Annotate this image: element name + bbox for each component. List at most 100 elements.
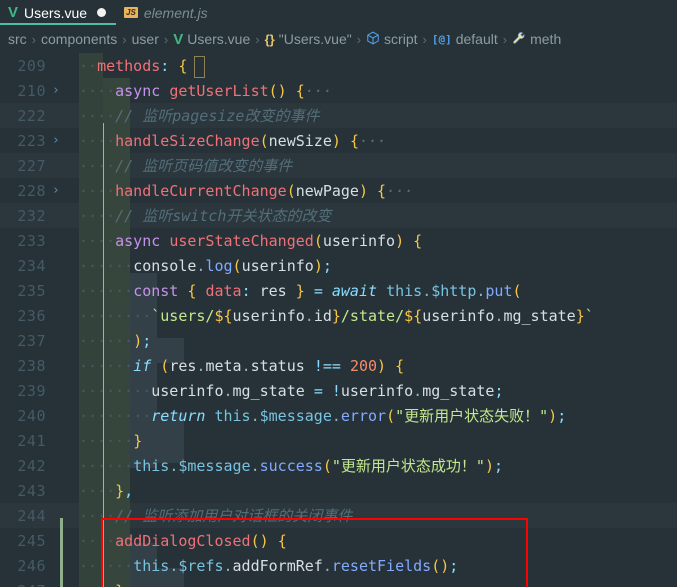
code-text: ······const { data: res } = await this.$… — [79, 281, 522, 300]
code-line[interactable]: 238 ······if (res.meta.status !== 200) { — [0, 353, 677, 378]
code-line[interactable]: 241 ······} — [0, 428, 677, 453]
tab-element-js[interactable]: JS element.js — [116, 0, 218, 25]
code-line[interactable]: 227 ····// 监听页码值改变的事件 — [0, 153, 677, 178]
code-line[interactable]: 243 ····}, — [0, 478, 677, 503]
code-text: ····// 监听switch开关状态的改变 — [79, 207, 332, 225]
unsaved-changes-dot-icon[interactable] — [97, 8, 107, 17]
breadcrumb-item-script[interactable]: script — [366, 31, 418, 47]
line-number: 247 — [0, 582, 48, 587]
line-number: 237 — [17, 331, 46, 350]
code-text: ····}, — [79, 481, 134, 500]
line-number: 245 — [17, 531, 46, 550]
code-line[interactable]: 235 ······const { data: res } = await th… — [0, 278, 677, 303]
line-number: 228 — [17, 181, 46, 200]
line-number: 236 — [17, 306, 46, 325]
breadcrumb-item-module[interactable]: {} "Users.vue" — [265, 31, 352, 47]
code-text: ······console.log(userinfo); — [79, 256, 332, 275]
code-text: ····async userStateChanged(userinfo) { — [79, 231, 423, 250]
line-number: 242 — [17, 456, 46, 475]
code-text: ····addDialogClosed() { — [79, 531, 287, 550]
breadcrumb-item-default[interactable]: [@] default — [432, 31, 498, 47]
hexagon-icon — [366, 31, 380, 47]
breadcrumb-item-users-vue[interactable]: V Users.vue — [173, 31, 250, 47]
breadcrumb-item-src[interactable]: src — [8, 31, 27, 47]
fold-arrow-icon[interactable]: › — [48, 133, 64, 148]
wrench-icon — [512, 31, 526, 47]
code-line[interactable]: 234 ······console.log(userinfo); — [0, 253, 677, 278]
line-number: 243 — [17, 481, 46, 500]
code-line[interactable]: 242 ······this.$message.success("更新用户状态成… — [0, 453, 677, 478]
code-text: ··methods: { — [79, 56, 188, 75]
code-line[interactable]: 232 ····// 监听switch开关状态的改变 — [0, 203, 677, 228]
code-text: ········userinfo.mg_state = !userinfo.mg… — [79, 381, 504, 400]
code-line[interactable]: 237 ······); — [0, 328, 677, 353]
code-line[interactable]: 223 › ····handleSizeChange(newSize) {··· — [0, 128, 677, 153]
breadcrumb-label: "Users.vue" — [278, 31, 352, 47]
line-number: 238 — [17, 356, 46, 375]
chevron-right-icon: › — [356, 31, 362, 47]
line-number: 232 — [17, 206, 46, 225]
code-line[interactable]: 210 › ····async getUserList() {··· — [0, 78, 677, 103]
line-number: 227 — [17, 156, 46, 175]
breadcrumb-label: Users.vue — [187, 31, 251, 47]
code-text: ····// 监听页码值改变的事件 — [79, 157, 293, 175]
chevron-right-icon: › — [422, 31, 427, 47]
chevron-right-icon: › — [255, 31, 260, 47]
code-line[interactable]: 209 ··methods: { — [0, 53, 677, 78]
fold-arrow-icon[interactable]: › — [48, 183, 64, 198]
code-text: ····handleCurrentChange(newPage) {··· — [79, 181, 414, 200]
code-text: ······this.$refs.addFormRef.resetFields(… — [79, 556, 459, 575]
breadcrumb-label: src — [8, 31, 27, 47]
code-text: ····}, — [79, 582, 677, 587]
breadcrumb-label: meth — [530, 31, 562, 47]
breadcrumb-label: user — [131, 31, 159, 47]
code-text: ······if (res.meta.status !== 200) { — [79, 356, 405, 375]
code-line[interactable]: 233 ····async userStateChanged(userinfo)… — [0, 228, 677, 253]
line-number: 209 — [17, 56, 46, 75]
line-number: 233 — [17, 231, 46, 250]
at-symbol-icon: [@] — [431, 32, 452, 46]
code-text: ······); — [79, 331, 152, 350]
code-text: ····handleSizeChange(newSize) {··· — [79, 131, 387, 150]
code-text: ········return this.$message.error("更新用户… — [79, 407, 567, 425]
breadcrumb-item-components[interactable]: components — [41, 31, 117, 47]
tab-users-vue[interactable]: V Users.vue — [0, 0, 117, 25]
code-text: ····// 监听pagesize改变的事件 — [79, 107, 320, 125]
code-line[interactable]: 246 ······this.$refs.addFormRef.resetFie… — [0, 553, 677, 578]
line-number: 210 — [17, 81, 46, 100]
breadcrumb-item-user[interactable]: user — [132, 31, 159, 47]
line-number: 235 — [17, 281, 46, 300]
line-number: 223 — [17, 131, 46, 150]
breadcrumb-label: script — [384, 31, 418, 47]
tab-label: element.js — [143, 4, 208, 21]
code-text: ······this.$message.success("更新用户状态成功！")… — [79, 457, 503, 475]
breadcrumb-item-methods[interactable]: meth — [512, 31, 561, 47]
chevron-right-icon: › — [502, 31, 508, 47]
code-line[interactable]: 240 ········return this.$message.error("… — [0, 403, 677, 428]
fold-arrow-icon[interactable]: › — [48, 83, 64, 98]
vue-icon: V — [173, 30, 184, 48]
tab-label: Users.vue — [24, 4, 88, 21]
code-line[interactable]: 236 ········`users/${userinfo.id}/state/… — [0, 303, 677, 328]
breadcrumb-label: components — [41, 31, 118, 47]
line-number: 244 — [17, 506, 46, 525]
breadcrumb: src › components › user › V Users.vue › … — [0, 25, 677, 53]
code-line[interactable]: 244 ····// 监听添加用户对话框的关闭事件 — [0, 503, 677, 528]
chevron-right-icon: › — [163, 31, 169, 47]
chevron-right-icon: › — [122, 31, 127, 47]
code-text: ····// 监听添加用户对话框的关闭事件 — [79, 507, 353, 525]
line-number: 246 — [17, 556, 46, 575]
code-editor[interactable]: 209 ··methods: { 210 › ····async getUser… — [0, 53, 677, 587]
code-line[interactable]: 245 ····addDialogClosed() { — [0, 528, 677, 553]
line-number: 222 — [17, 106, 46, 125]
editor-tab-bar: V Users.vue JS element.js — [0, 0, 677, 25]
code-line[interactable]: 247 ····}, — [0, 578, 677, 587]
code-line[interactable]: 228 › ····handleCurrentChange(newPage) {… — [0, 178, 677, 203]
line-number: 239 — [17, 381, 46, 400]
code-line[interactable]: 222 ····// 监听pagesize改变的事件 — [0, 103, 677, 128]
line-number: 240 — [17, 406, 46, 425]
code-text: ····async getUserList() {··· — [79, 81, 332, 100]
line-number: 241 — [17, 431, 46, 450]
code-line[interactable]: 239 ········userinfo.mg_state = !userinf… — [0, 378, 677, 403]
chevron-right-icon: › — [31, 31, 37, 47]
